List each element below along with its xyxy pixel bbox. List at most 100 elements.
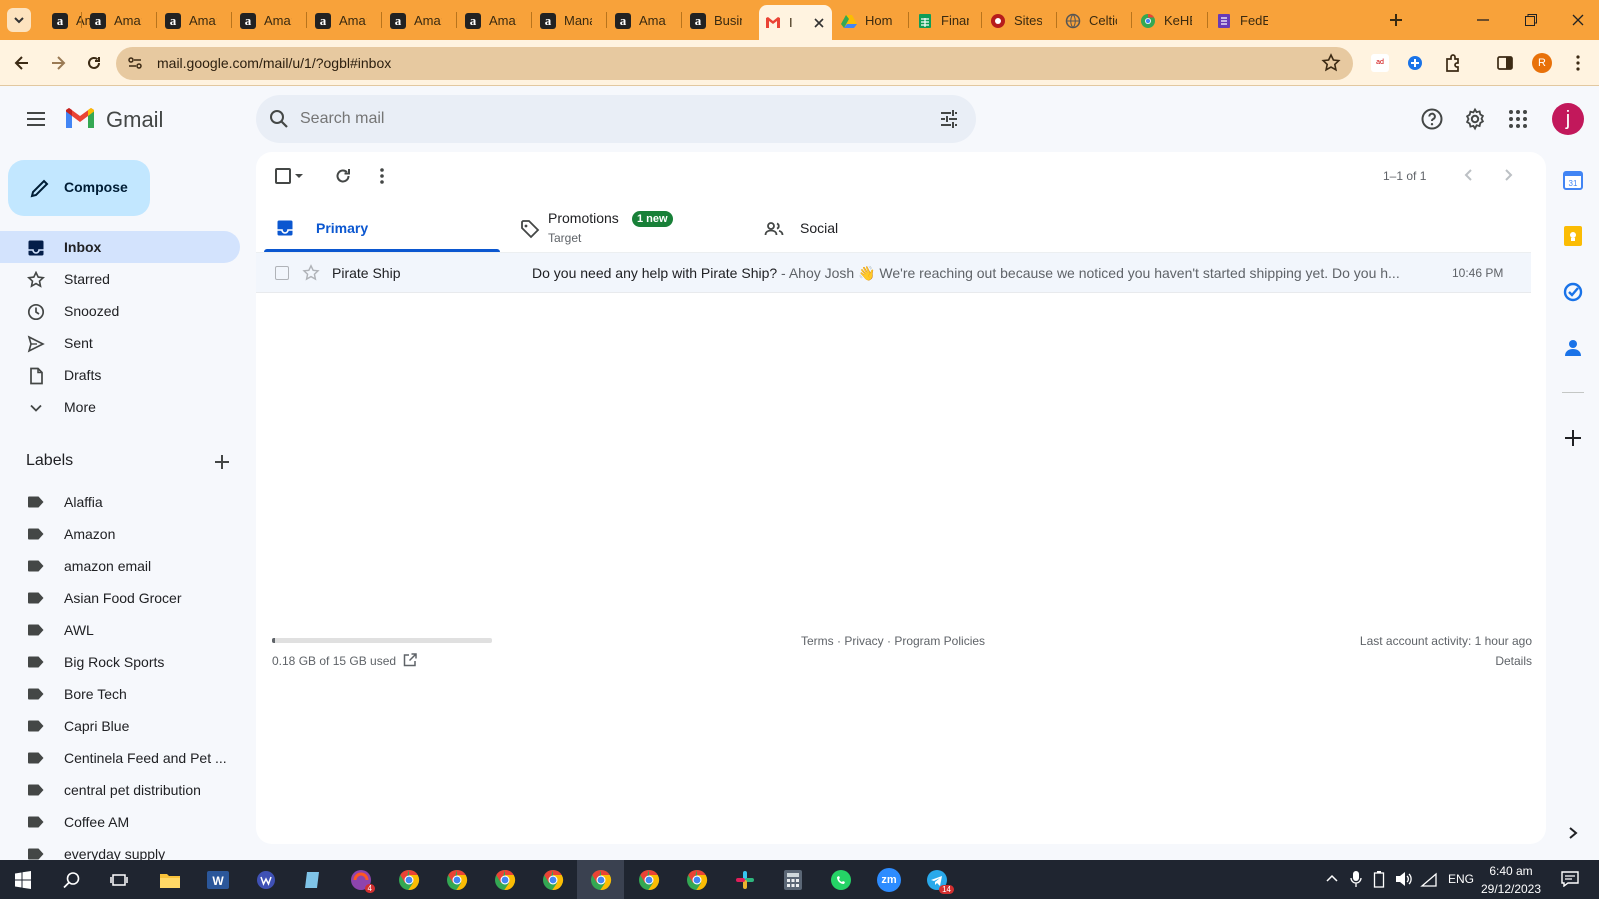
keep-app-icon[interactable]	[1564, 226, 1582, 246]
settings-gear-icon[interactable]	[1463, 107, 1487, 131]
browser-tab-12[interactable]: Hom	[835, 7, 908, 34]
search-options-icon[interactable]	[938, 108, 960, 130]
browser-tab-14[interactable]: Sites	[984, 7, 1057, 34]
browser-menu-icon[interactable]	[1575, 54, 1581, 72]
browser-tab-7[interactable]: a Ama:	[459, 7, 532, 34]
tasks-app-icon[interactable]	[1563, 282, 1583, 302]
browser-tab-13[interactable]: Finan	[911, 7, 984, 34]
browser-tab-6[interactable]: a Ama:	[384, 7, 457, 34]
tab-promotions[interactable]: Promotions 1 new Target	[508, 204, 744, 252]
url-text[interactable]: mail.google.com/mail/u/1/?ogbl#inbox	[157, 55, 391, 71]
notepad-icon[interactable]	[298, 865, 328, 895]
search-bar[interactable]	[256, 95, 976, 143]
search-taskbar-icon[interactable]	[57, 865, 87, 895]
clock-time[interactable]: 6:40 am	[1480, 864, 1542, 878]
label-item[interactable]: Asian Food Grocer	[0, 582, 240, 614]
extension-2-icon[interactable]	[1406, 54, 1424, 72]
star-toggle-icon[interactable]	[302, 264, 320, 282]
bookmark-star-icon[interactable]	[1321, 53, 1341, 73]
label-item[interactable]: Capri Blue	[0, 710, 240, 742]
close-window-button[interactable]	[1570, 12, 1586, 28]
calculator-icon[interactable]	[778, 865, 808, 895]
label-item[interactable]: Coffee AM	[0, 806, 240, 838]
select-all-checkbox[interactable]	[275, 168, 291, 184]
show-side-panel-button[interactable]	[1567, 826, 1579, 840]
app-shield-icon[interactable]	[251, 865, 281, 895]
label-item[interactable]: amazon email	[0, 550, 240, 582]
gmail-logo[interactable]	[64, 106, 96, 130]
activity-details-link[interactable]: Details	[1432, 654, 1532, 668]
label-item[interactable]: AWL	[0, 614, 240, 646]
battery-icon[interactable]	[1373, 870, 1385, 888]
whatsapp-icon[interactable]	[826, 865, 856, 895]
label-item[interactable]: Big Rock Sports	[0, 646, 240, 678]
chrome-profile-3-icon[interactable]	[490, 865, 520, 895]
app-colorful-icon[interactable]: 4	[346, 865, 376, 895]
get-addons-button[interactable]	[1562, 427, 1584, 449]
minimize-button[interactable]	[1475, 12, 1491, 28]
forward-button[interactable]	[47, 52, 69, 74]
wifi-icon[interactable]	[1420, 872, 1438, 888]
tab-primary[interactable]: Primary	[264, 204, 500, 252]
back-button[interactable]	[11, 52, 33, 74]
browser-tab-4[interactable]: a Ama:	[234, 7, 307, 34]
tab-search-button[interactable]	[7, 8, 31, 32]
contacts-app-icon[interactable]	[1564, 338, 1582, 358]
extensions-puzzle-icon[interactable]	[1443, 53, 1463, 73]
clock-date[interactable]: 29/12/2023	[1480, 882, 1542, 896]
main-menu-button[interactable]	[24, 107, 48, 131]
refresh-icon[interactable]	[333, 166, 353, 186]
search-icon[interactable]	[268, 108, 290, 130]
compose-button[interactable]: Compose	[8, 160, 150, 216]
calendar-app-icon[interactable]: 31	[1563, 170, 1583, 190]
browser-tab-16[interactable]: KeHE	[1134, 7, 1207, 34]
chrome-profile-4-icon[interactable]	[538, 865, 568, 895]
chrome-profile-6-icon[interactable]	[682, 865, 712, 895]
browser-tab-2[interactable]: a Ama:	[84, 7, 157, 34]
manage-storage-link-icon[interactable]	[402, 652, 418, 668]
reload-button[interactable]	[83, 52, 105, 74]
search-input[interactable]	[300, 107, 860, 131]
chrome-profile-active-icon[interactable]	[586, 865, 616, 895]
browser-tab-17[interactable]: FedE	[1210, 7, 1283, 34]
sidebar-item-inbox[interactable]: Inbox	[0, 231, 240, 263]
account-avatar[interactable]: j	[1552, 103, 1584, 135]
browser-tab-10[interactable]: a Busin	[684, 7, 757, 34]
label-item[interactable]: central pet distribution	[0, 774, 240, 806]
language-indicator[interactable]: ENG	[1448, 872, 1474, 886]
chrome-profile-1-icon[interactable]	[394, 865, 424, 895]
browser-tab-5[interactable]: a Ama:	[309, 7, 382, 34]
show-hidden-icons-button[interactable]	[1325, 873, 1339, 883]
google-apps-icon[interactable]	[1508, 109, 1528, 129]
browser-tab-3[interactable]: a Ama:	[159, 7, 232, 34]
windows-start-icon[interactable]	[8, 865, 38, 895]
word-icon[interactable]: W	[203, 865, 233, 895]
sidebar-item-drafts[interactable]: Drafts	[0, 359, 240, 391]
older-page-button[interactable]	[1500, 167, 1516, 183]
notification-center-icon[interactable]	[1561, 871, 1579, 887]
task-view-icon[interactable]	[104, 865, 134, 895]
file-explorer-icon[interactable]	[155, 865, 185, 895]
browser-tab-8[interactable]: a Mana	[534, 7, 607, 34]
chrome-profile-5-icon[interactable]	[634, 865, 664, 895]
label-item[interactable]: Alaffia	[0, 486, 240, 518]
microphone-icon[interactable]	[1350, 870, 1362, 888]
tab-social[interactable]: Social	[752, 204, 988, 252]
zoom-icon[interactable]: zm	[874, 865, 904, 895]
email-row[interactable]: Pirate Ship Do you need any help with Pi…	[256, 253, 1531, 293]
chrome-profile-2-icon[interactable]	[442, 865, 472, 895]
volume-icon[interactable]	[1395, 871, 1413, 887]
restore-button[interactable]	[1523, 12, 1539, 28]
close-tab-icon[interactable]	[813, 17, 825, 29]
new-tab-button[interactable]	[1386, 10, 1406, 30]
sidebar-item-sent[interactable]: Sent	[0, 327, 240, 359]
newer-page-button[interactable]	[1461, 167, 1477, 183]
sidebar-item-starred[interactable]: Starred	[0, 263, 240, 295]
more-actions-icon[interactable]	[379, 167, 385, 185]
label-item[interactable]: Bore Tech	[0, 678, 240, 710]
label-item[interactable]: Centinela Feed and Pet ...	[0, 742, 240, 774]
profile-avatar[interactable]: R	[1532, 53, 1552, 73]
side-panel-icon[interactable]	[1496, 54, 1514, 72]
site-info-icon[interactable]	[126, 54, 144, 72]
sidebar-item-more[interactable]: More	[0, 391, 240, 423]
